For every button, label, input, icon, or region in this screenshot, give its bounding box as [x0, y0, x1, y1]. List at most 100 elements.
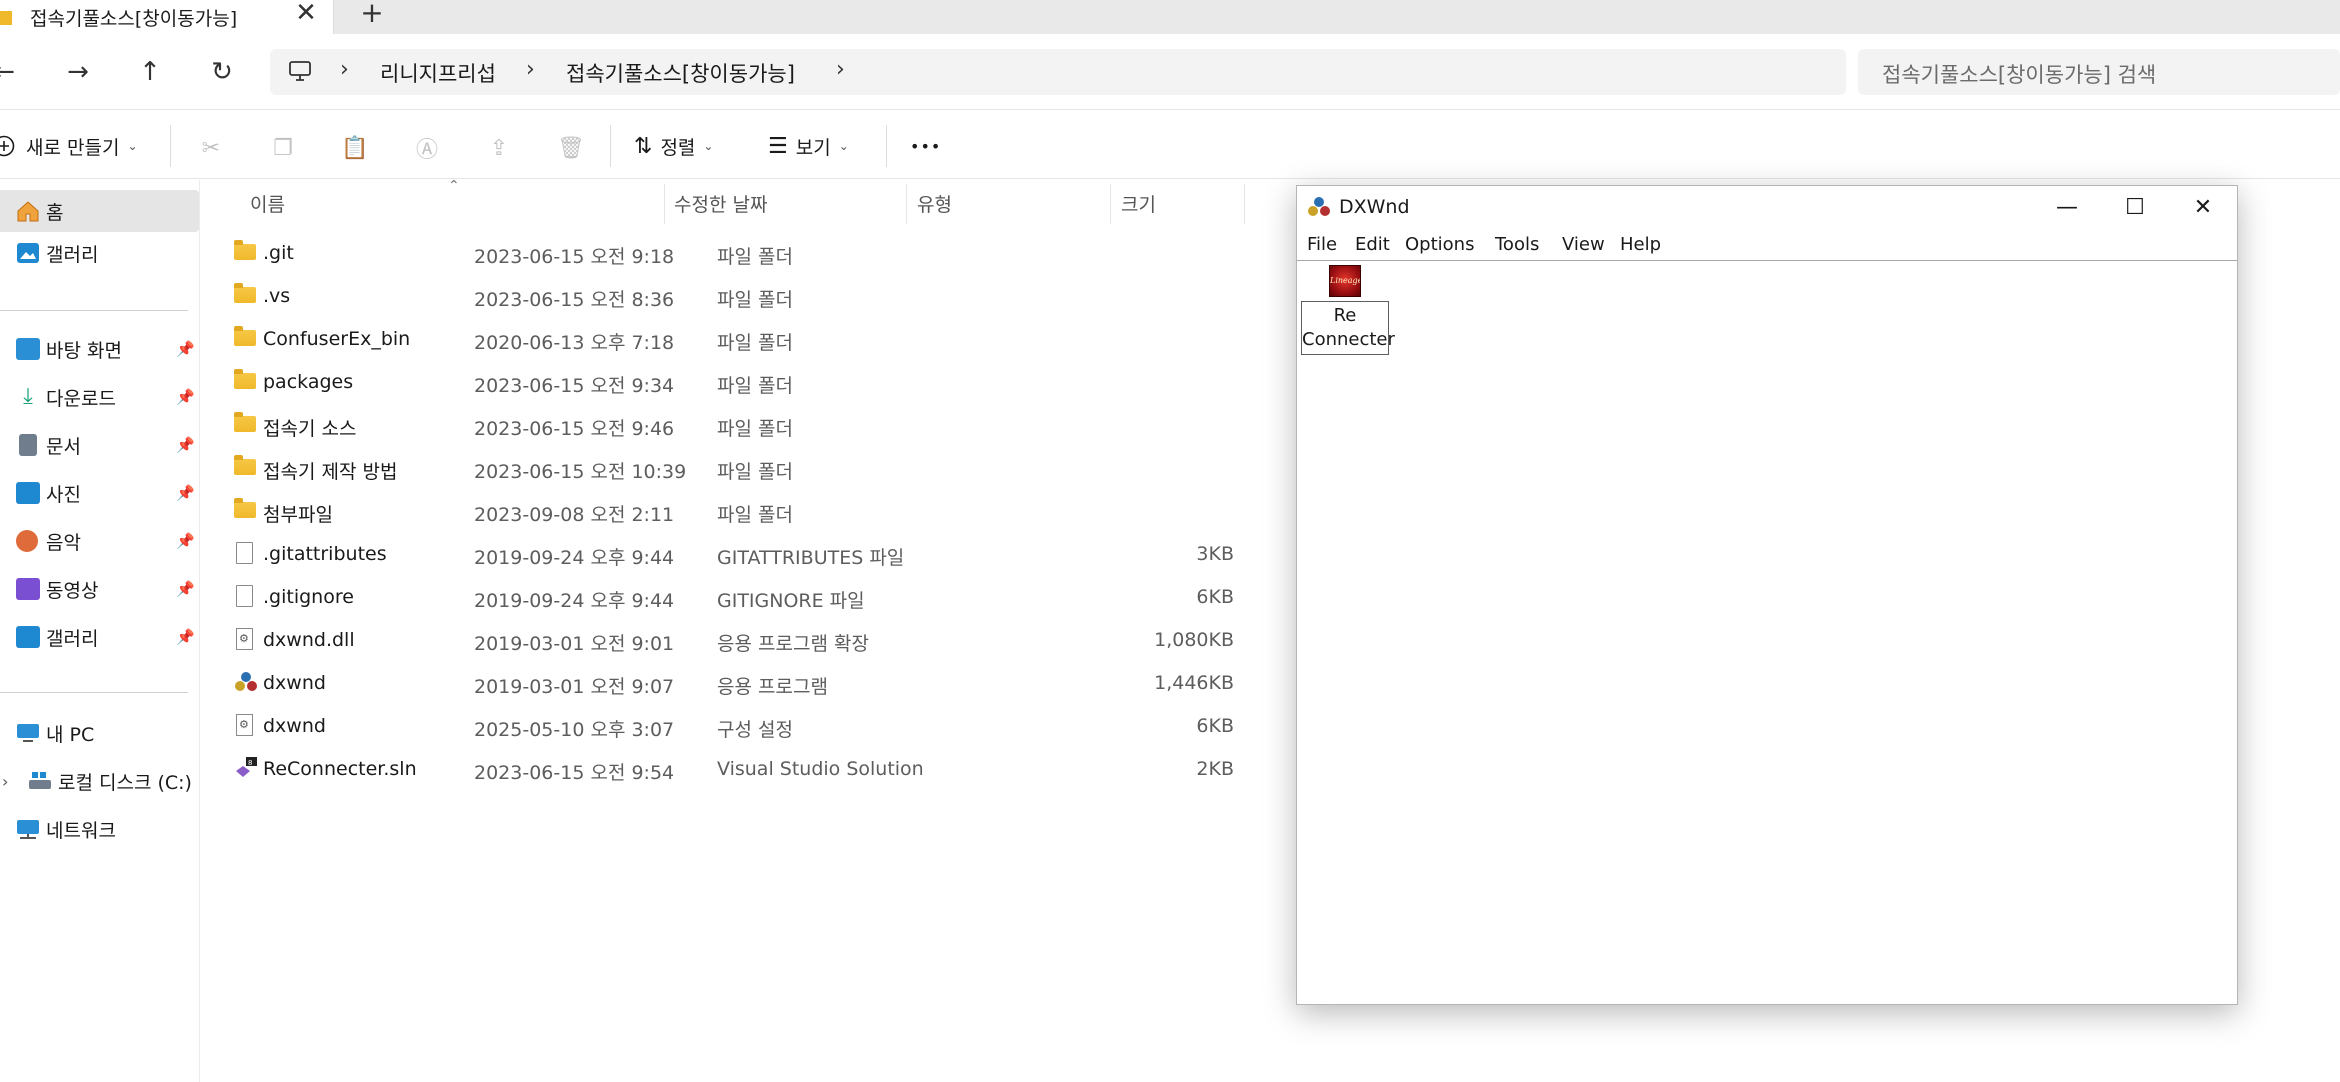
sidebar-item-downloads[interactable]: ⤓ 다운로드 📌 [0, 376, 199, 418]
up-button[interactable]: ↑ [132, 54, 168, 90]
file-row[interactable]: dxwnd 2025-05-10 오후 3:07 구성 설정 6KB [220, 705, 1260, 748]
file-row[interactable]: .gitignore 2019-09-24 오후 9:44 GITIGNORE 파일… [220, 576, 1260, 619]
delete-icon[interactable]: 🗑 [556, 133, 586, 163]
menu-view[interactable]: View [1562, 234, 1605, 255]
sidebar-item-label: 사진 [46, 483, 81, 506]
dxwnd-program-list: Lineage Re Connecter [1297, 260, 2237, 1004]
new-button[interactable]: 새로 만들기 ⌄ [0, 129, 138, 163]
sidebar-item-this-pc[interactable]: 내 PC [0, 712, 199, 754]
divider [886, 125, 887, 167]
maximize-button[interactable]: ☐ [2101, 186, 2169, 228]
file-name: .git [263, 242, 294, 264]
file-modified-date: 2023-06-15 오전 9:34 [474, 375, 675, 397]
view-button[interactable]: ☰ 보기 ⌄ [768, 129, 849, 163]
column-divider[interactable] [1110, 184, 1111, 224]
copy-icon[interactable]: ❐ [268, 133, 298, 163]
file-row[interactable]: 8 ReConnecter.sln 2023-06-15 오전 9:54 Visual… [220, 748, 1260, 791]
file-modified-date: 2019-03-01 오전 9:07 [474, 676, 675, 698]
file-row[interactable]: dxwnd.dll 2019-03-01 오전 9:01 응용 프로그램 확장 1,0… [220, 619, 1260, 662]
cut-icon[interactable]: ✂ [196, 133, 226, 163]
pin-icon: 📌 [176, 388, 195, 406]
more-options-button[interactable]: ••• [910, 129, 941, 163]
menu-help[interactable]: Help [1620, 234, 1661, 255]
sidebar-item-pictures[interactable]: 사진 📌 [0, 472, 199, 514]
file-row[interactable]: 접속기 제작 방법 2023-06-15 오전 10:39 파일 폴더 [220, 447, 1260, 490]
breadcrumb-item[interactable]: 접속기풀소스[창이동가능] [566, 58, 795, 88]
sidebar-item-home[interactable]: 홈 [0, 190, 199, 232]
rename-icon[interactable]: Ⓐ [412, 133, 442, 163]
navigation-pane: 홈 갤러리 바탕 화면 📌 ⤓ 다운로드 📌 문서 📌 사진 📌 음악 📌 동영… [0, 180, 200, 1082]
file-modified-date: 2023-06-15 오전 8:36 [474, 289, 675, 311]
tab-close-button[interactable]: ✕ [292, 0, 320, 28]
menu-options[interactable]: Options [1405, 234, 1474, 255]
column-header-modified[interactable]: 수정한 날짜 [674, 190, 767, 217]
breadcrumb-item[interactable]: 리니지프리섭 [380, 58, 496, 88]
forward-button[interactable]: → [60, 54, 96, 90]
file-size: 1,080KB [1154, 629, 1234, 651]
column-header-name[interactable]: 이름 [250, 190, 285, 217]
settings-file-icon [236, 628, 253, 650]
sidebar-item-label: 홈 [46, 201, 64, 224]
share-icon[interactable]: ⇪ [484, 133, 514, 163]
column-divider[interactable] [906, 184, 907, 224]
folder-icon [234, 498, 256, 518]
breadcrumb-separator[interactable]: › [526, 57, 535, 82]
minimize-button[interactable]: — [2033, 186, 2101, 228]
file-modified-date: 2025-05-10 오후 3:07 [474, 719, 675, 741]
column-divider[interactable] [664, 184, 665, 224]
dxwnd-title-bar[interactable]: DXWnd — ☐ ✕ [1297, 186, 2237, 228]
column-header-size[interactable]: 크기 [1121, 190, 1156, 217]
pin-icon: 📌 [176, 340, 195, 358]
file-modified-date: 2023-09-08 오전 2:11 [474, 504, 675, 526]
file-row[interactable]: packages 2023-06-15 오전 9:34 파일 폴더 [220, 361, 1260, 404]
sidebar-item-label: 갤러리 [46, 243, 99, 266]
videos-icon [16, 578, 40, 600]
menu-tools[interactable]: Tools [1495, 234, 1539, 255]
new-tab-button[interactable]: + [358, 0, 386, 28]
menu-edit[interactable]: Edit [1355, 234, 1390, 255]
menu-file[interactable]: File [1307, 234, 1337, 255]
sidebar-item-documents[interactable]: 문서 📌 [0, 424, 199, 466]
file-modified-date: 2023-06-15 오전 10:39 [474, 461, 687, 483]
tab-current-folder[interactable]: 접속기풀소스[창이동가능] ✕ [0, 0, 334, 34]
sidebar-item-gallery-pinned[interactable]: 갤러리 📌 [0, 616, 199, 658]
sidebar-item-local-disk[interactable]: › 로컬 디스크 (C:) [0, 760, 199, 802]
file-row[interactable]: ConfuserEx_bin 2020-06-13 오후 7:18 파일 폴더 [220, 318, 1260, 361]
column-divider[interactable] [1244, 184, 1245, 224]
file-modified-date: 2023-06-15 오전 9:54 [474, 762, 675, 784]
sidebar-item-network[interactable]: 네트워크 [0, 808, 199, 850]
sidebar-item-gallery[interactable]: 갤러리 [0, 232, 199, 274]
file-row[interactable]: .gitattributes 2019-09-24 오후 9:44 GITATTRI… [220, 533, 1260, 576]
file-name: .gitattributes [263, 543, 387, 565]
breadcrumb-separator[interactable]: › [836, 57, 845, 82]
refresh-button[interactable]: ↻ [204, 54, 240, 90]
sort-button[interactable]: ⇅ 정렬 ⌄ [634, 129, 713, 163]
file-type: 파일 폴더 [717, 461, 793, 483]
sidebar-item-desktop[interactable]: 바탕 화면 📌 [0, 328, 199, 370]
sort-ascending-icon: ⌃ [448, 178, 460, 194]
sidebar-item-music[interactable]: 음악 📌 [0, 520, 199, 562]
file-type: 파일 폴더 [717, 332, 793, 354]
sort-button-label: 정렬 [660, 136, 696, 159]
file-row[interactable]: .vs 2023-06-15 오전 8:36 파일 폴더 [220, 275, 1260, 318]
breadcrumb-separator[interactable]: › [340, 57, 349, 82]
file-row[interactable]: 첨부파일 2023-09-08 오전 2:11 파일 폴더 [220, 490, 1260, 533]
back-button[interactable]: ← [0, 54, 22, 90]
file-row[interactable]: dxwnd 2019-03-01 오전 9:07 응용 프로그램 1,446KB [220, 662, 1260, 705]
svg-text:8: 8 [248, 759, 252, 767]
file-row[interactable]: .git 2023-06-15 오전 9:18 파일 폴더 [220, 232, 1260, 275]
program-entry-reconnecter[interactable]: Re Connecter [1301, 301, 1395, 355]
view-list-icon: ☰ [768, 133, 788, 159]
search-box[interactable]: 접속기풀소스[창이동가능] 검색 [1858, 49, 2340, 95]
tab-title: 접속기풀소스[창이동가능] [30, 8, 238, 30]
sidebar-item-videos[interactable]: 동영상 📌 [0, 568, 199, 610]
address-bar[interactable]: › 리니지프리섭 › 접속기풀소스[창이동가능] › [270, 49, 1846, 95]
lineage-game-icon[interactable]: Lineage [1329, 265, 1361, 297]
column-header-type[interactable]: 유형 [917, 190, 952, 217]
file-modified-date: 2019-09-24 오후 9:44 [474, 590, 675, 612]
folder-icon [234, 412, 256, 432]
file-row[interactable]: 접속기 소스 2023-06-15 오전 9:46 파일 폴더 [220, 404, 1260, 447]
close-button[interactable]: ✕ [2169, 186, 2237, 228]
paste-icon[interactable]: 📋 [340, 133, 370, 163]
chevron-right-icon[interactable]: › [2, 772, 8, 791]
